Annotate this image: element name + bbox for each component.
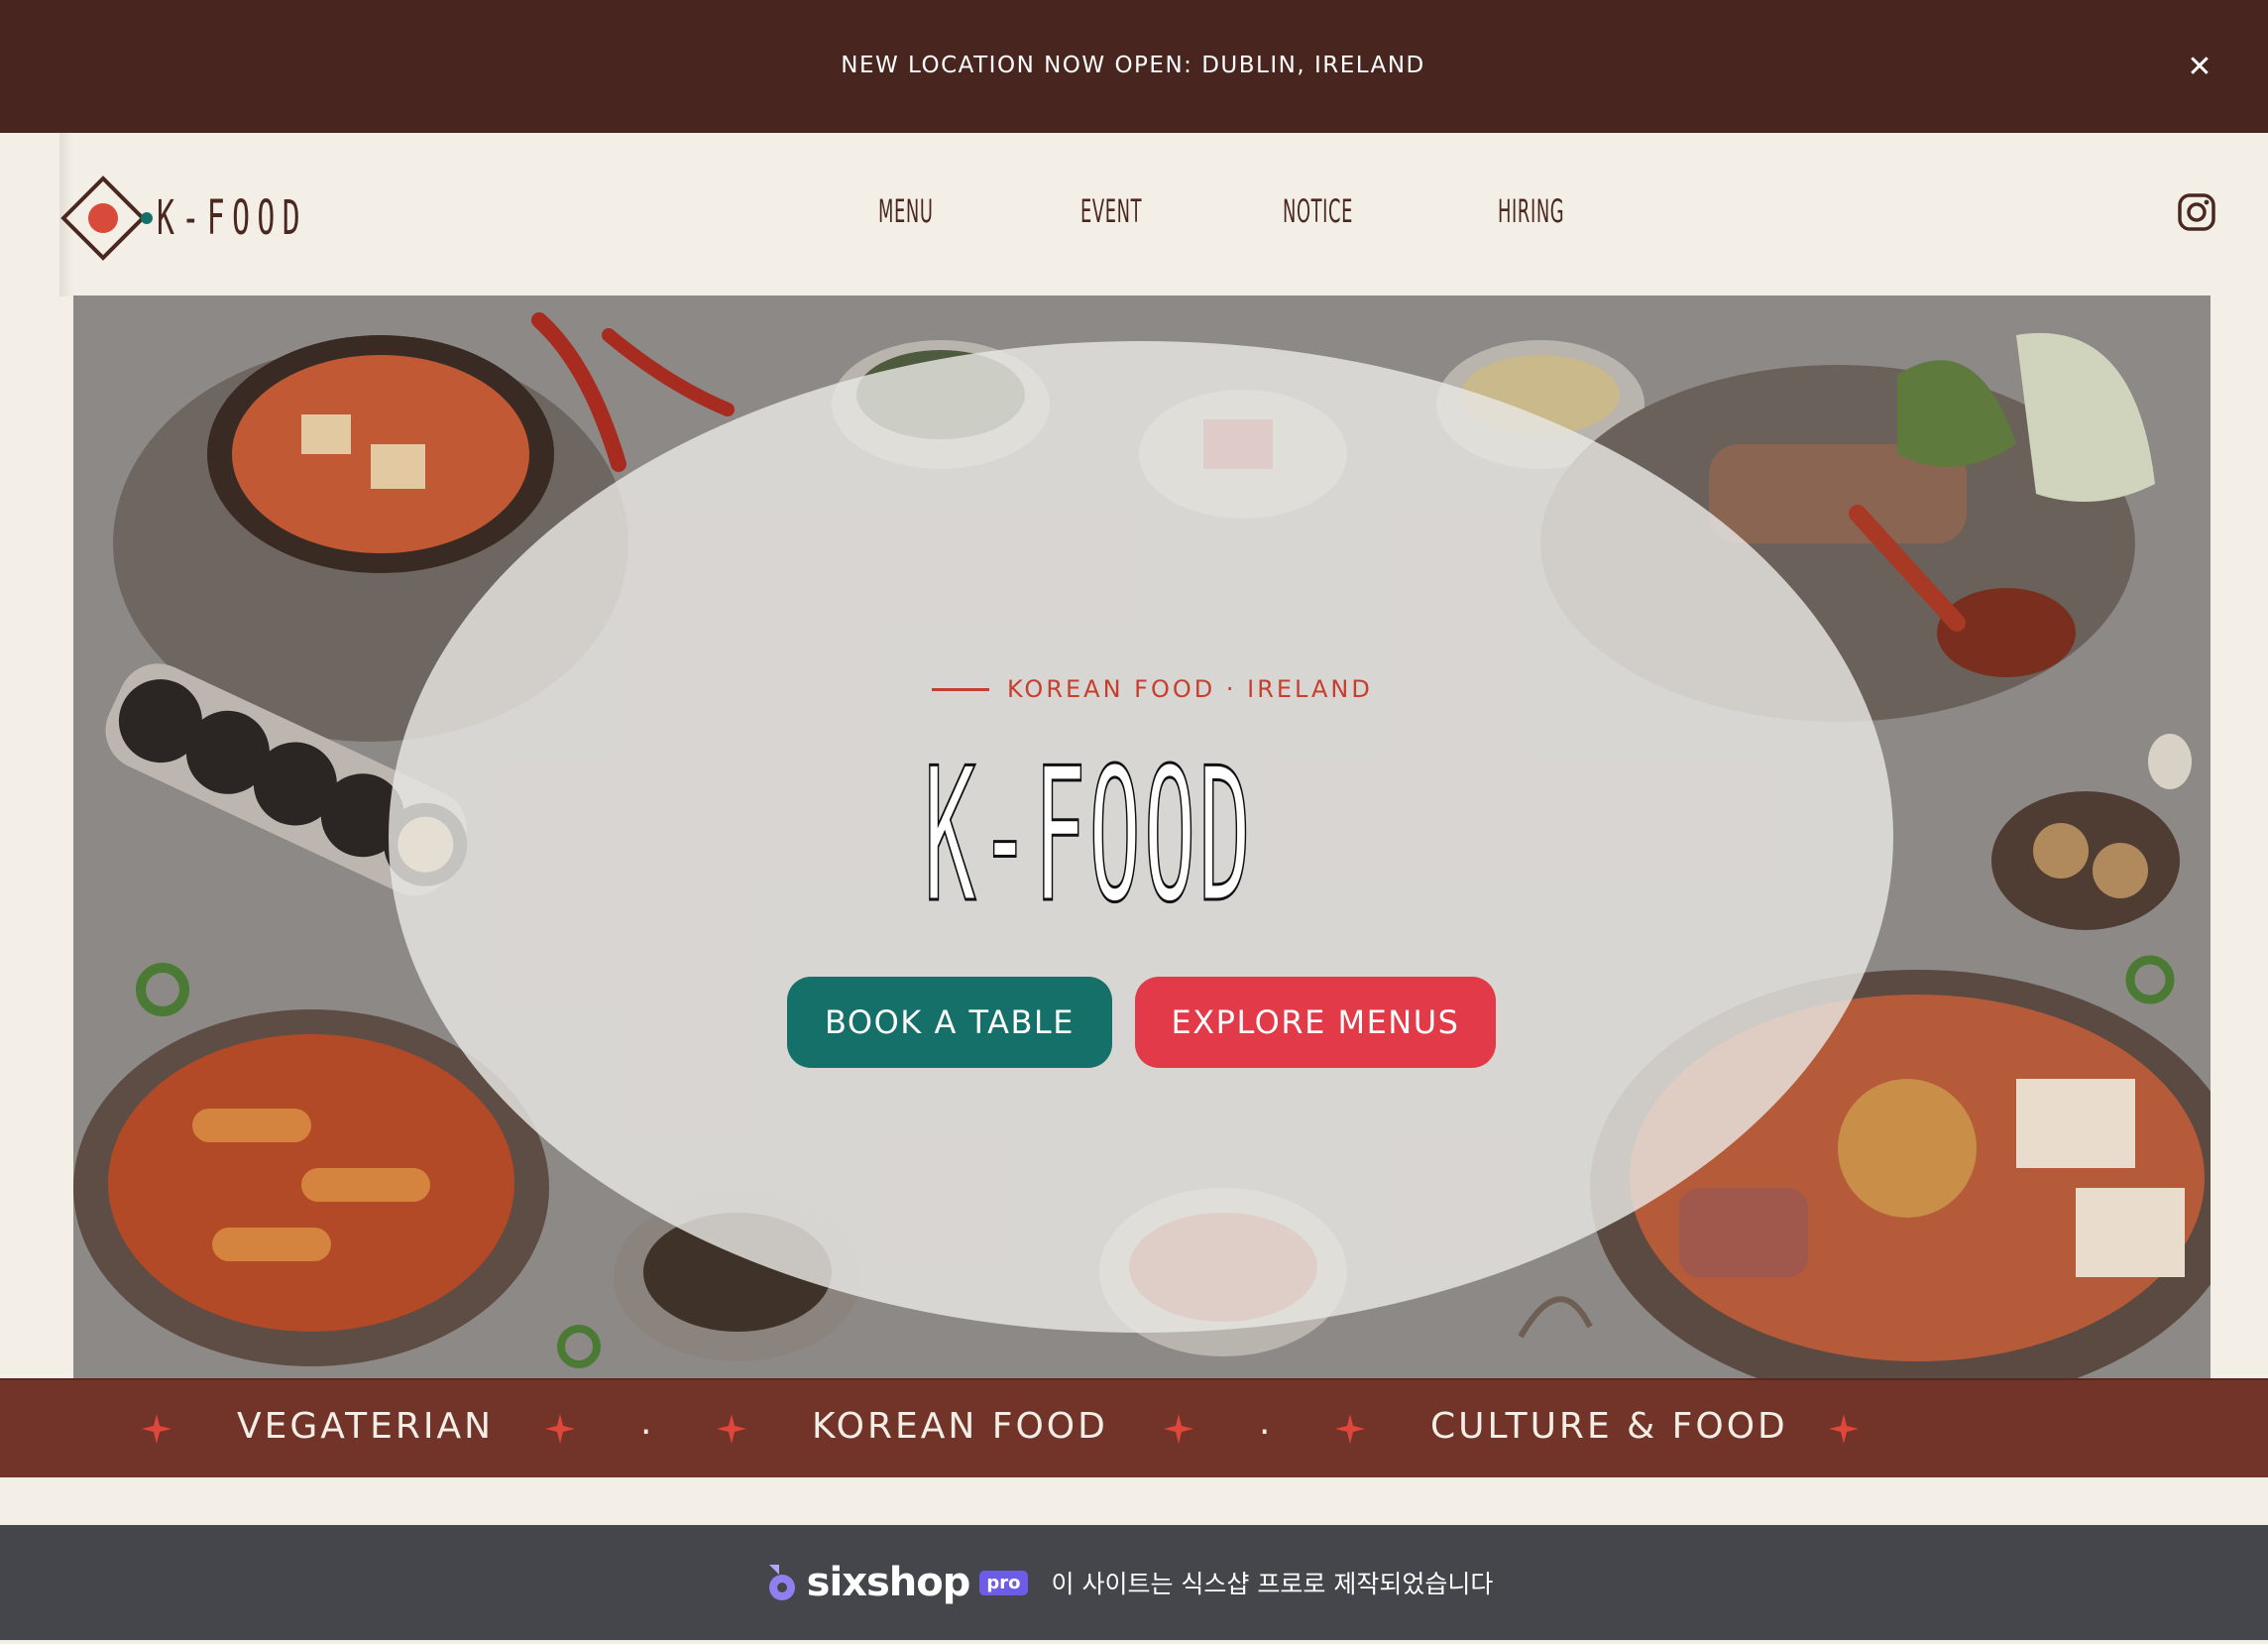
logo-mark-icon bbox=[60, 176, 153, 261]
nav-item-hiring[interactable]: HIRING bbox=[1498, 192, 1564, 230]
pro-badge: pro bbox=[979, 1570, 1028, 1595]
hero-title: K-FOOD bbox=[923, 728, 1254, 943]
star-icon bbox=[142, 1414, 171, 1444]
star-icon bbox=[1335, 1414, 1365, 1444]
nav-item-menu[interactable]: MENU bbox=[878, 192, 934, 230]
instagram-icon[interactable] bbox=[2177, 192, 2216, 232]
book-table-button[interactable]: BOOK A TABLE bbox=[787, 977, 1112, 1068]
sixshop-logo-icon bbox=[768, 1565, 795, 1600]
marquee-separator: . bbox=[1259, 1402, 1271, 1443]
eyebrow-line bbox=[932, 687, 989, 691]
explore-menus-button[interactable]: EXPLORE MENUS bbox=[1135, 977, 1496, 1068]
marquee-separator: . bbox=[640, 1402, 652, 1443]
marquee-strip: VEGATERIAN . KOREAN FOOD . CULTURE & FOO… bbox=[0, 1378, 2268, 1477]
marquee-item-culture-food: CULTURE & FOOD bbox=[1430, 1406, 1788, 1447]
eyebrow-text: KOREAN FOOD · IRELAND bbox=[1007, 675, 1373, 703]
nav-item-event[interactable]: EVENT bbox=[1080, 192, 1142, 230]
star-icon bbox=[1829, 1414, 1859, 1444]
nav-item-notice[interactable]: NOTICE bbox=[1283, 192, 1353, 230]
logo-text: K-FOOD bbox=[157, 190, 308, 246]
star-icon bbox=[717, 1414, 746, 1444]
star-icon bbox=[545, 1414, 575, 1444]
hero-eyebrow: KOREAN FOOD · IRELAND bbox=[932, 675, 1373, 703]
star-icon bbox=[1164, 1414, 1193, 1444]
announcement-bar: NEW LOCATION NOW OPEN: DUBLIN, IRELAND ✕ bbox=[0, 0, 2268, 133]
site-header: K-FOOD MENU EVENT NOTICE HIRING bbox=[0, 133, 2268, 296]
close-icon[interactable]: ✕ bbox=[2183, 50, 2216, 84]
marquee-item-korean-food: KOREAN FOOD bbox=[812, 1406, 1108, 1447]
announcement-text: NEW LOCATION NOW OPEN: DUBLIN, IRELAND bbox=[841, 52, 1425, 78]
sixshop-badge-link[interactable]: sixshop pro 이 사이트는 식스샵 프로로 제작되었습니다 bbox=[765, 1560, 1494, 1605]
marquee-item-vegaterian: VEGATERIAN bbox=[237, 1406, 495, 1447]
hero-section: KOREAN FOOD · IRELAND K-FOOD BOOK A TABL… bbox=[73, 295, 2211, 1378]
sixshop-wordmark: sixshop bbox=[806, 1560, 971, 1605]
site-logo[interactable]: K-FOOD bbox=[59, 169, 399, 268]
sixshop-credit-text: 이 사이트는 식스샵 프로로 제작되었습니다 bbox=[1051, 1570, 1494, 1598]
sixshop-footer: sixshop pro 이 사이트는 식스샵 프로로 제작되었습니다 bbox=[0, 1525, 2268, 1640]
